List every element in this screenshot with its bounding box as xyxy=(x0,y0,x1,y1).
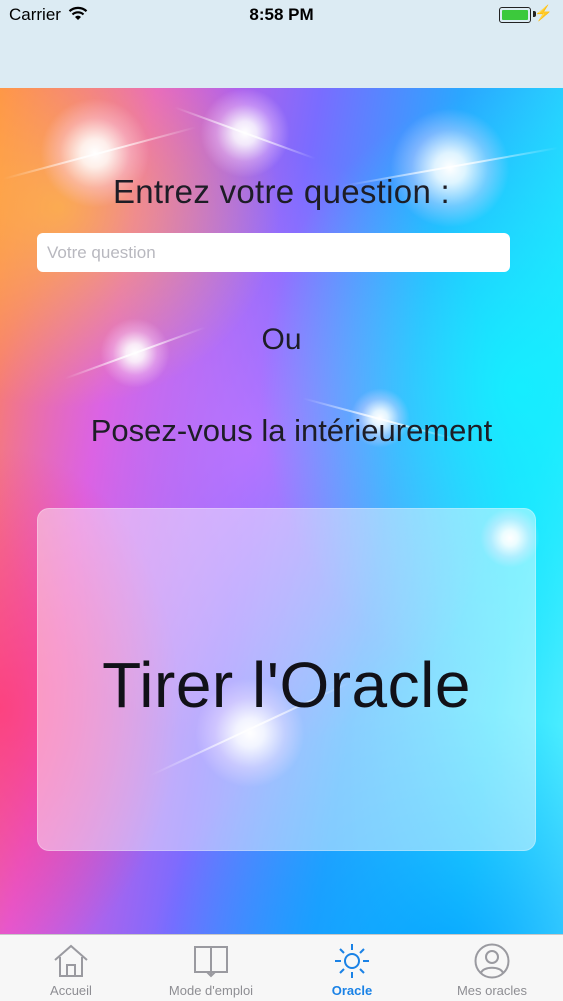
tab-label: Mode d'emploi xyxy=(168,983,254,998)
user-circle-icon xyxy=(473,942,511,985)
navigation-bar xyxy=(0,30,563,89)
status-bar: Carrier 8:58 PM ⚡ xyxy=(0,0,563,30)
question-input[interactable] xyxy=(37,233,510,272)
tab-accueil[interactable]: Accueil xyxy=(1,935,141,1001)
sun-icon xyxy=(333,942,371,985)
charging-icon: ⚡ xyxy=(534,5,553,22)
draw-oracle-button[interactable]: Tirer l'Oracle xyxy=(37,508,536,851)
clock: 8:58 PM xyxy=(249,5,314,24)
tab-oracle[interactable]: Oracle xyxy=(282,935,422,1001)
tab-label: Oracle xyxy=(331,983,373,998)
battery-icon xyxy=(499,7,531,23)
book-icon xyxy=(192,942,230,985)
tab-label: Accueil xyxy=(50,983,92,998)
question-prompt: Entrez votre question : xyxy=(112,173,451,210)
tab-mode-d-emploi[interactable]: Mode d'emploi xyxy=(141,935,281,1001)
or-label: Ou xyxy=(261,323,302,356)
inner-question-label: Posez-vous la intérieurement xyxy=(90,413,493,448)
tab-bar: Accueil Mode d'emploi Oracle Mes oracles xyxy=(0,934,563,1001)
tab-label: Mes oracles xyxy=(456,983,528,998)
draw-oracle-label: Tirer l'Oracle xyxy=(102,649,471,721)
home-icon xyxy=(52,942,90,985)
tab-mes-oracles[interactable]: Mes oracles xyxy=(422,935,562,1001)
